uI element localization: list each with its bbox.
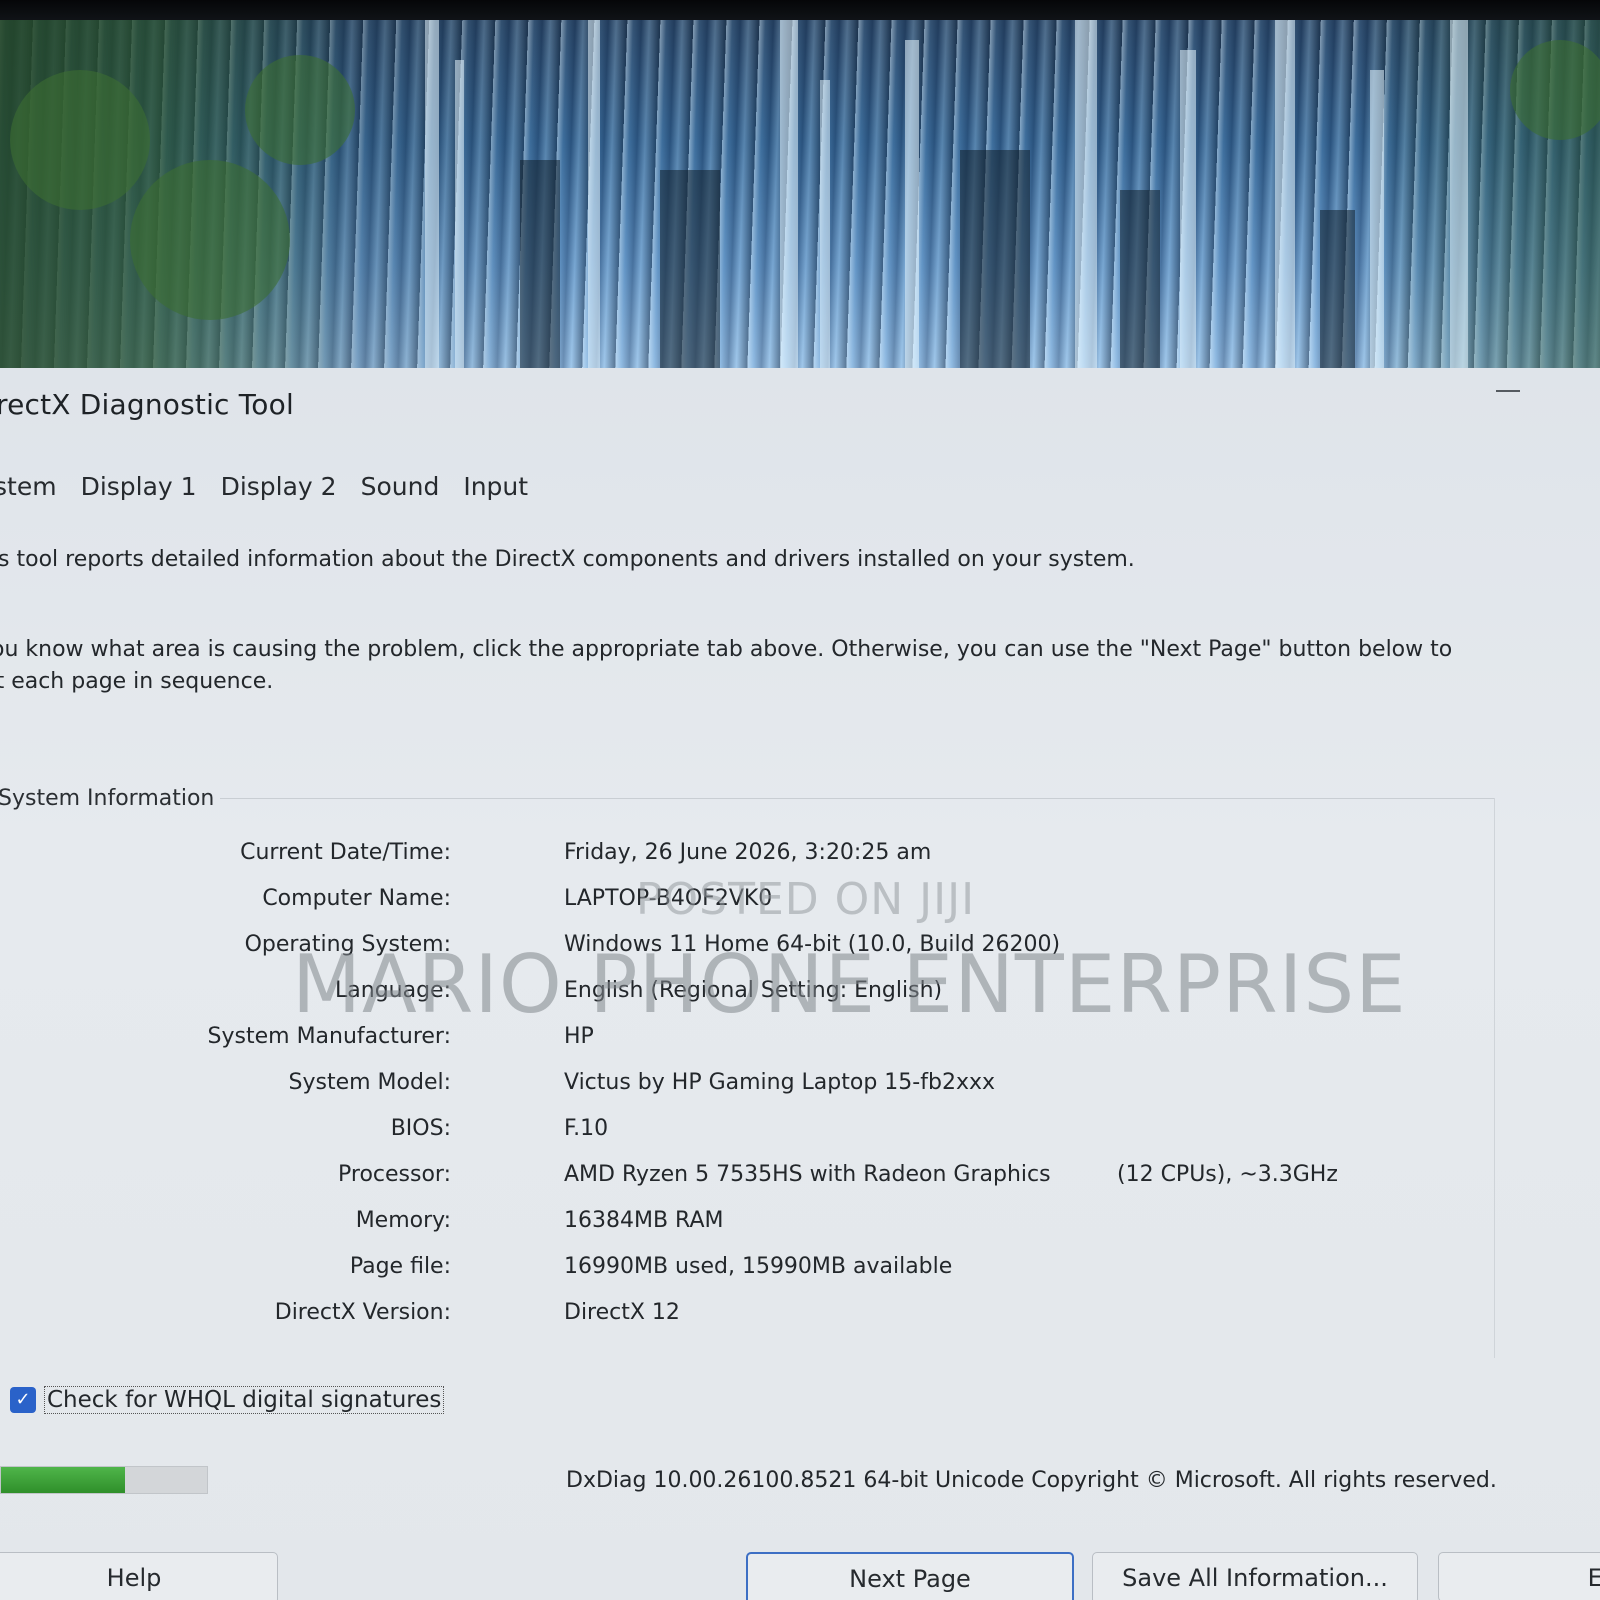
system-information-heading: System Information xyxy=(0,786,215,811)
tab-bar: stem Display 1 Display 2 Sound Input xyxy=(0,472,528,501)
processor-cpu-count: (12 CPUs), ~3.3GHz xyxy=(1117,1162,1338,1187)
watermark-seller: MARIO PHONE ENTERPRISE xyxy=(292,938,1407,1031)
window-title: irectX Diagnostic Tool xyxy=(0,388,294,421)
info-row-page-file: Page file: 16990MB used, 15990MB availab… xyxy=(0,1254,1500,1288)
dxdiag-window: irectX Diagnostic Tool stem Display 1 Di… xyxy=(0,368,1600,1600)
info-label: Processor: xyxy=(338,1162,451,1187)
exit-button[interactable]: Ex xyxy=(1438,1552,1600,1600)
info-row-directx-version: DirectX Version: DirectX 12 xyxy=(0,1300,1500,1334)
info-label: Memory: xyxy=(355,1208,451,1233)
info-row-bios: BIOS: F.10 xyxy=(0,1116,1500,1150)
info-label: System Model: xyxy=(288,1070,452,1095)
tab-display-2[interactable]: Display 2 xyxy=(221,472,337,501)
copyright-text: DxDiag 10.00.26100.8521 64-bit Unicode C… xyxy=(566,1468,1497,1493)
info-row-memory: Memory: 16384MB RAM xyxy=(0,1208,1500,1242)
instructions-text: you know what area is causing the proble… xyxy=(0,634,1452,698)
info-label: Computer Name: xyxy=(262,886,451,911)
tab-sound[interactable]: Sound xyxy=(361,472,440,501)
checkmark-icon[interactable]: ✓ xyxy=(10,1387,36,1413)
intro-text: his tool reports detailed information ab… xyxy=(0,547,1135,572)
monitor-bezel xyxy=(0,0,1600,22)
tab-display-1[interactable]: Display 1 xyxy=(81,472,197,501)
tab-system[interactable]: stem xyxy=(0,472,57,501)
desktop-wallpaper xyxy=(0,20,1600,370)
info-value: F.10 xyxy=(564,1116,609,1141)
tab-input[interactable]: Input xyxy=(463,472,528,501)
info-row-system-model: System Model: Victus by HP Gaming Laptop… xyxy=(0,1070,1500,1104)
save-all-information-button[interactable]: Save All Information... xyxy=(1092,1552,1418,1600)
help-button[interactable]: Help xyxy=(0,1552,278,1600)
info-label: Current Date/Time: xyxy=(240,840,451,865)
whql-checkbox-label[interactable]: Check for WHQL digital signatures xyxy=(44,1386,445,1414)
info-value: 16990MB used, 15990MB available xyxy=(564,1254,953,1279)
info-value: Friday, 26 June 2026, 3:20:25 am xyxy=(564,840,932,865)
progress-bar-fill xyxy=(1,1467,125,1493)
progress-bar xyxy=(0,1466,208,1494)
group-box-border xyxy=(220,798,1495,799)
info-row-processor: Processor: AMD Ryzen 5 7535HS with Radeo… xyxy=(0,1162,1500,1196)
info-label: Page file: xyxy=(349,1254,451,1279)
photo-frame: irectX Diagnostic Tool stem Display 1 Di… xyxy=(0,0,1600,1600)
instructions-line-1: you know what area is causing the proble… xyxy=(0,637,1453,662)
info-value: DirectX 12 xyxy=(564,1300,680,1325)
info-label: BIOS: xyxy=(390,1116,451,1141)
minimize-icon[interactable] xyxy=(1496,390,1520,392)
info-value: 16384MB RAM xyxy=(564,1208,724,1233)
info-label: DirectX Version: xyxy=(274,1300,451,1325)
watermark-posted-on: POSTED ON JIJI xyxy=(636,874,976,925)
info-row-datetime: Current Date/Time: Friday, 26 June 2026,… xyxy=(0,840,1500,874)
waterfall-image xyxy=(10,20,1600,370)
info-value: AMD Ryzen 5 7535HS with Radeon Graphics xyxy=(564,1162,1051,1187)
instructions-line-2: sit each page in sequence. xyxy=(0,669,274,694)
whql-checkbox[interactable]: ✓ Check for WHQL digital signatures xyxy=(10,1386,445,1414)
info-value: Victus by HP Gaming Laptop 15-fb2xxx xyxy=(564,1070,995,1095)
next-page-button[interactable]: Next Page xyxy=(746,1552,1074,1600)
